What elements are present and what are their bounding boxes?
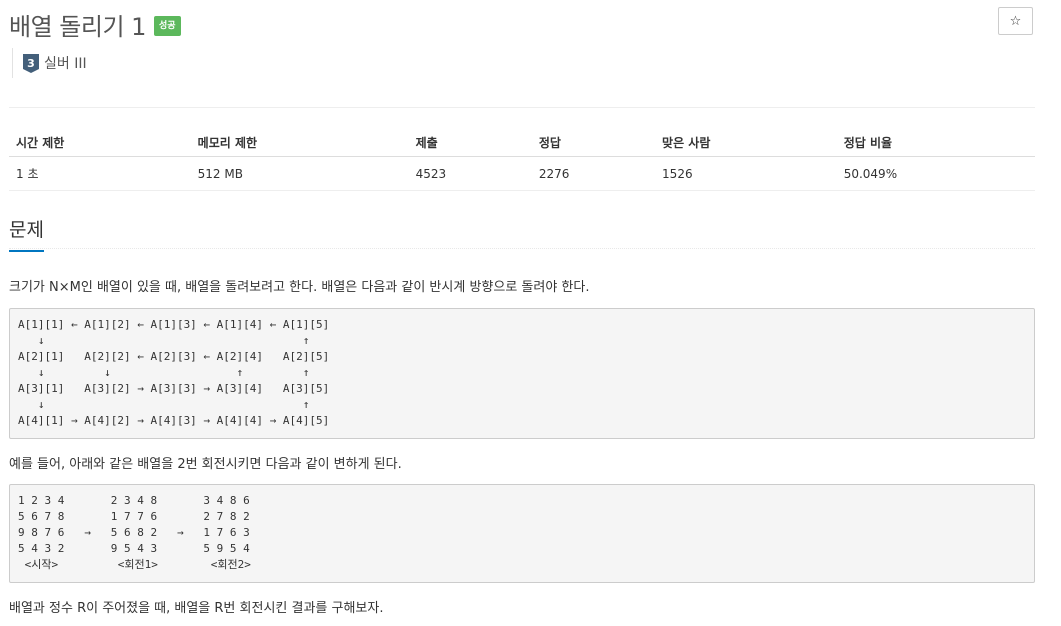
value-submissions: 4523	[408, 156, 532, 191]
table-row: 1 초 512 MB 4523 2276 1526 50.049%	[9, 156, 1035, 191]
favorite-button[interactable]: ☆	[998, 7, 1033, 35]
status-badge: 성공	[153, 16, 181, 36]
example-description: 예를 들어, 아래와 같은 배열을 2번 회전시키면 다음과 같이 변하게 된다…	[9, 457, 402, 472]
header-accept-ratio: 정답 비율	[836, 128, 1035, 157]
tier-silver-icon: 3	[23, 53, 39, 73]
header-time-limit: 시간 제한	[9, 128, 191, 157]
header-solved-users: 맞은 사람	[655, 128, 837, 157]
svg-text:3: 3	[27, 57, 35, 70]
table-header-row: 시간 제한 메모리 제한 제출 정답 맞은 사람 정답 비율	[9, 128, 1035, 157]
divider	[9, 107, 1035, 108]
header-accepted: 정답	[531, 128, 656, 157]
problem-title-row: 배열 돌리기 1 성공	[9, 6, 181, 42]
section-heading-problem: 문제	[9, 215, 44, 252]
value-solved-users: 1526	[655, 156, 837, 191]
section-divider	[9, 248, 1035, 249]
header-memory-limit: 메모리 제한	[190, 128, 409, 157]
problem-description: 크기가 N×M인 배열이 있을 때, 배열을 돌려보려고 한다. 배열은 다음과…	[9, 280, 590, 295]
rotation-diagram: A[1][1] ← A[1][2] ← A[1][3] ← A[1][4] ← …	[9, 308, 1035, 439]
value-time-limit: 1 초	[9, 156, 191, 191]
tier-info: 3 실버 III	[12, 48, 87, 78]
value-accept-ratio: 50.049%	[836, 156, 1035, 191]
task-description: 배열과 정수 R이 주어졌을 때, 배열을 R번 회전시킨 결과를 구해보자.	[9, 601, 384, 616]
star-icon: ☆	[1009, 13, 1022, 29]
value-memory-limit: 512 MB	[190, 156, 409, 191]
tier-label: 실버 III	[44, 56, 87, 72]
problem-title: 배열 돌리기 1	[9, 12, 146, 41]
problem-info-table: 시간 제한 메모리 제한 제출 정답 맞은 사람 정답 비율 1 초 512 M…	[9, 128, 1035, 191]
value-accepted: 2276	[531, 156, 656, 191]
rotation-example: 1 2 3 4 2 3 4 8 3 4 8 6 5 6 7 8 1 7 7 6 …	[9, 484, 1035, 583]
header-submissions: 제출	[408, 128, 532, 157]
